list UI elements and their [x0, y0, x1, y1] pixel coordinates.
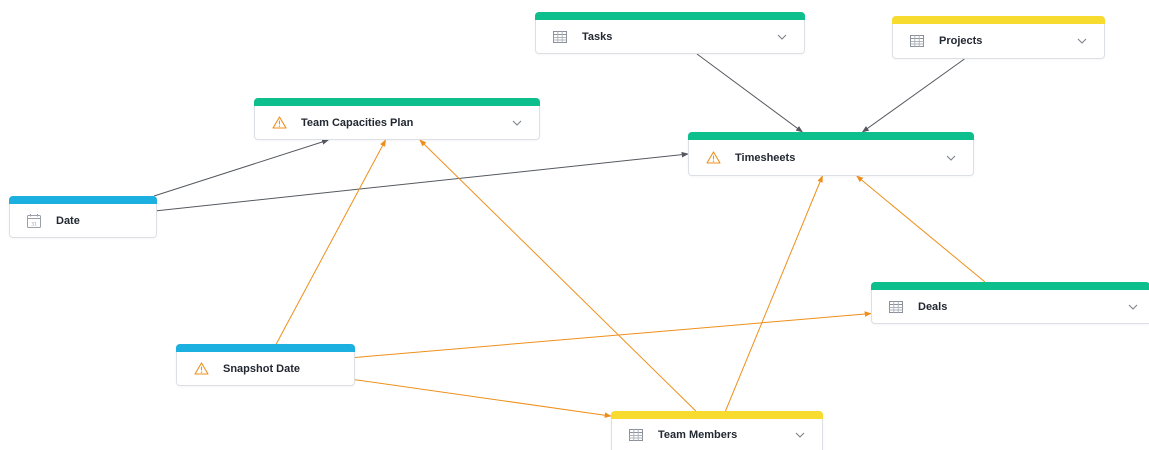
relationship-lines — [153, 53, 986, 418]
table-node-projects[interactable]: Projects — [892, 16, 1105, 59]
node-label: Snapshot Date — [223, 362, 301, 375]
node-label: Deals — [918, 300, 948, 313]
relationship-line-snapshot-date-to-team-members — [354, 379, 612, 418]
table-node-team-capacities-plan[interactable]: Team Capacities Plan — [254, 98, 540, 140]
table-icon — [888, 299, 904, 315]
table-icon — [552, 29, 568, 45]
relationship-line-date-to-team-capacities-plan — [153, 139, 330, 197]
table-node-deals[interactable]: Deals — [871, 282, 1149, 324]
table-icon — [628, 427, 644, 443]
relationship-line-team-members-to-timesheets — [725, 175, 823, 412]
node-label: Timesheets — [735, 151, 796, 164]
chevron-down-icon[interactable] — [1127, 301, 1139, 313]
node-color-bar — [176, 344, 355, 352]
node-color-bar — [871, 282, 1149, 290]
node-label: Tasks — [582, 30, 613, 43]
relationship-line-date-to-timesheets — [156, 151, 689, 212]
table-node-date[interactable]: 31 Date — [9, 196, 157, 238]
diagram-canvas: Tasks Projects Team Capacities Plan Time… — [0, 0, 1149, 450]
table-node-snapshot-date[interactable]: Snapshot Date — [176, 344, 355, 386]
calendar-icon: 31 — [26, 213, 42, 229]
warning-icon — [705, 150, 721, 166]
relationship-line-projects-to-timesheets — [861, 58, 965, 133]
relationship-line-snapshot-date-to-team-capacities-plan — [275, 139, 387, 345]
node-label: Projects — [939, 35, 983, 47]
node-label: Date — [56, 214, 80, 227]
chevron-down-icon[interactable] — [1076, 35, 1088, 47]
table-node-team-members[interactable]: Team Members — [611, 411, 823, 450]
chevron-down-icon[interactable] — [945, 152, 957, 164]
relationship-line-snapshot-date-to-deals — [354, 311, 872, 358]
relationship-line-team-members-to-team-capacities-plan — [419, 139, 697, 412]
node-color-bar — [892, 16, 1105, 24]
table-icon — [909, 33, 925, 49]
warning-icon — [193, 361, 209, 377]
svg-text:31: 31 — [31, 221, 37, 227]
node-color-bar — [611, 411, 823, 419]
node-label: Team Members — [658, 428, 738, 441]
node-color-bar — [254, 98, 540, 106]
chevron-down-icon[interactable] — [776, 31, 788, 43]
node-color-bar — [535, 12, 805, 20]
node-label: Team Capacities Plan — [301, 116, 414, 129]
chevron-down-icon[interactable] — [511, 117, 523, 129]
table-node-tasks[interactable]: Tasks — [535, 12, 805, 54]
node-color-bar — [9, 196, 157, 204]
relationship-line-tasks-to-timesheets — [696, 53, 803, 133]
warning-icon — [271, 115, 287, 131]
chevron-down-icon[interactable] — [794, 429, 806, 441]
table-node-timesheets[interactable]: Timesheets — [688, 132, 974, 176]
node-color-bar — [688, 132, 974, 140]
relationship-line-deals-to-timesheets — [856, 175, 986, 283]
